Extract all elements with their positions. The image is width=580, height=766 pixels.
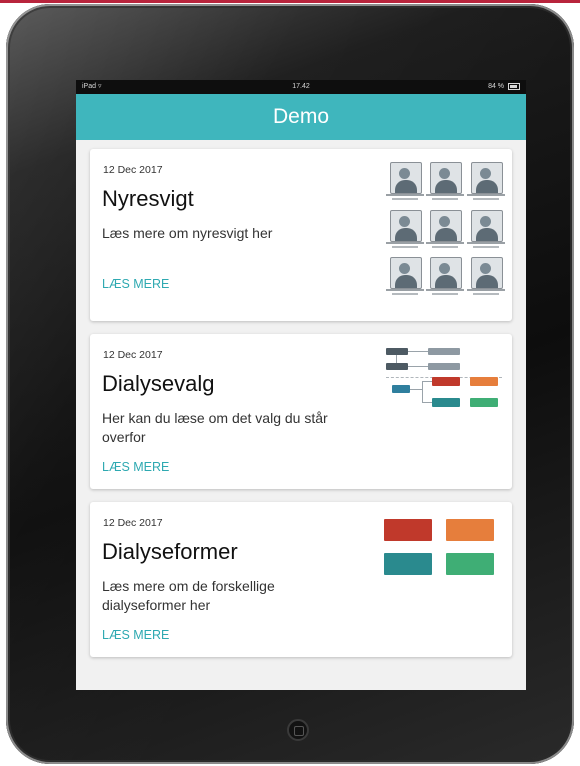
treatment-box-teal — [384, 553, 432, 575]
illustration-panel — [466, 256, 505, 301]
tablet-screen: iPad ▿ 17.42 84 % Demo 12 Dec 2017 Nyres… — [76, 80, 526, 690]
treatment-box-green — [446, 553, 494, 575]
card-description: Her kan du læse om det valg du står over… — [102, 410, 328, 445]
card-description: Læs mere om nyresvigt her — [102, 225, 273, 241]
status-battery: 84 % — [488, 80, 520, 94]
illustration-panel — [426, 256, 465, 301]
top-accent-strip — [0, 0, 580, 3]
flow-node — [432, 377, 460, 386]
card-date: 12 Dec 2017 — [103, 164, 163, 176]
illustration-panel — [386, 209, 424, 254]
card-description: Læs mere om de forskellige dialyseformer… — [102, 578, 275, 613]
flow-node — [392, 385, 410, 393]
status-time: 17.42 — [292, 83, 310, 90]
illustration-panel — [386, 256, 424, 301]
illustration-grid-thumbnail — [386, 161, 505, 301]
flow-node — [428, 348, 460, 355]
illustration-panel — [426, 161, 465, 206]
read-more-link[interactable]: LÆS MERE — [102, 628, 169, 642]
home-button[interactable] — [287, 719, 309, 741]
article-card-dialyseformer[interactable]: 12 Dec 2017 Dialyseformer Læs mere om de… — [90, 502, 512, 657]
card-title: Dialyseformer — [102, 539, 238, 564]
read-more-link[interactable]: LÆS MERE — [102, 460, 169, 474]
app-title: Demo — [272, 105, 330, 128]
article-card-nyresvigt[interactable]: 12 Dec 2017 Nyresvigt Læs mere om nyresv… — [90, 149, 512, 321]
flow-node — [470, 377, 498, 386]
treatment-box-red — [384, 519, 432, 541]
treatment-boxes-thumbnail — [384, 519, 496, 583]
card-list: 12 Dec 2017 Nyresvigt Læs mere om nyresv… — [76, 140, 526, 657]
flow-diagram-thumbnail — [386, 348, 506, 418]
flow-node — [386, 363, 408, 370]
flow-node — [432, 398, 460, 407]
treatment-box-orange — [446, 519, 494, 541]
status-battery-label: 84 % — [488, 83, 505, 90]
illustration-panel — [426, 209, 465, 254]
illustration-panel — [466, 161, 505, 206]
card-date: 12 Dec 2017 — [103, 349, 163, 361]
card-date: 12 Dec 2017 — [103, 517, 163, 529]
status-bar: iPad ▿ 17.42 84 % — [76, 80, 526, 94]
battery-icon — [508, 82, 520, 90]
read-more-link[interactable]: LÆS MERE — [102, 277, 169, 291]
card-title: Dialysevalg — [102, 371, 215, 396]
illustration-panel — [386, 161, 424, 206]
app-header: Demo — [76, 94, 526, 140]
flow-node — [428, 363, 460, 370]
article-card-dialysevalg[interactable]: 12 Dec 2017 Dialysevalg Her kan du læse … — [90, 334, 512, 489]
flow-node — [386, 348, 408, 355]
card-title: Nyresvigt — [102, 186, 194, 211]
illustration-panel — [466, 209, 505, 254]
flow-node — [470, 398, 498, 407]
